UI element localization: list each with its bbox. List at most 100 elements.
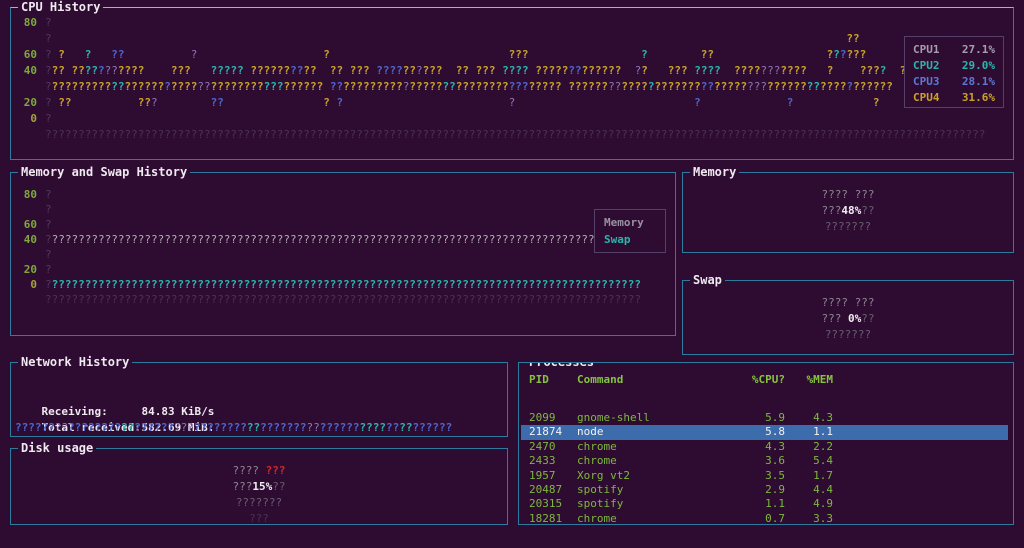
axis-label: 80 bbox=[15, 15, 37, 31]
process-pid: 21874 bbox=[529, 425, 577, 439]
network-history-title: Network History bbox=[18, 355, 132, 369]
process-command: chrome bbox=[577, 512, 737, 525]
process-mem: 4.3 bbox=[785, 411, 833, 425]
memory-swap-legend: MemorySwap bbox=[594, 209, 666, 253]
cpu-legend-row: CPU3 28.1% bbox=[913, 74, 995, 90]
memswap-legend-item: Swap bbox=[604, 231, 665, 248]
header-mem[interactable]: %MEM bbox=[785, 373, 833, 387]
panel-swap-gauge: Swap ???? ?????? 0%????????? bbox=[682, 280, 1014, 355]
cpu-legend-row: CPU1 27.1% bbox=[913, 42, 995, 58]
process-command: Xorg vt2 bbox=[577, 469, 737, 483]
process-row[interactable]: 18281chrome0.73.3 bbox=[521, 512, 1008, 525]
donut-row: ??????? bbox=[11, 495, 507, 511]
chart-row: 40??????????????????????????????????????… bbox=[15, 232, 595, 248]
process-command: gnome-shell bbox=[577, 411, 737, 425]
process-row[interactable]: 2099gnome-shell5.94.3 bbox=[521, 411, 1008, 425]
chart-row: 20? bbox=[15, 262, 52, 278]
process-pid: 2433 bbox=[529, 454, 577, 468]
panel-disk-usage: Disk usage ???? ??????15%???????????? bbox=[10, 448, 508, 525]
axis-label: 20 bbox=[15, 95, 37, 111]
chart-row: ????????????????????????????????????????… bbox=[15, 79, 893, 95]
process-mem: 5.4 bbox=[785, 454, 833, 468]
donut-row: ???48%?? bbox=[683, 203, 1013, 219]
process-mem: 3.3 bbox=[785, 512, 833, 525]
process-pid: 20315 bbox=[529, 497, 577, 511]
process-cpu: 2.9 bbox=[737, 483, 785, 497]
memswap-legend-item: Memory bbox=[604, 214, 665, 231]
process-cpu: 0.7 bbox=[737, 512, 785, 525]
axis-label: 40 bbox=[15, 63, 37, 79]
process-cpu: 4.3 bbox=[737, 440, 785, 454]
process-row[interactable]: 20315spotify1.14.9 bbox=[521, 497, 1008, 511]
processes-title: Processes bbox=[526, 362, 597, 369]
process-cpu: 3.5 bbox=[737, 469, 785, 483]
process-cpu: 1.1 bbox=[737, 497, 785, 511]
process-command: chrome bbox=[577, 440, 737, 454]
axis-label: 0 bbox=[15, 277, 37, 293]
chart-row: 40??? ??????????? ??? ????? ?????????? ?… bbox=[15, 63, 913, 79]
donut-row: ???? ??? bbox=[683, 187, 1013, 203]
process-cpu: 3.6 bbox=[737, 454, 785, 468]
swap-gauge-title: Swap bbox=[690, 273, 725, 287]
chart-row: 0? bbox=[15, 111, 52, 127]
process-pid: 20487 bbox=[529, 483, 577, 497]
process-mem: 4.9 bbox=[785, 497, 833, 511]
process-cpu: 5.9 bbox=[737, 411, 785, 425]
process-row[interactable]: 2433chrome3.65.4 bbox=[521, 454, 1008, 468]
cpu-legend-value: 27.1% bbox=[962, 42, 995, 58]
cpu-legend-value: 31.6% bbox=[962, 90, 995, 106]
cpu-legend-row: CPU4 31.6% bbox=[913, 90, 995, 106]
cpu-history-title: CPU History bbox=[18, 0, 103, 14]
cpu-legend-value: 28.1% bbox=[962, 74, 995, 90]
chart-row: 20? ?? ??? ?? ? ? ? ? ? ? bbox=[15, 95, 880, 111]
chart-row: ? ?? bbox=[15, 31, 860, 47]
panel-network-history: Network History Receiving:84.83 KiB/s To… bbox=[10, 362, 508, 437]
disk-usage-title: Disk usage bbox=[18, 441, 96, 455]
donut-row: ??????? bbox=[683, 219, 1013, 235]
process-cpu: 5.8 bbox=[737, 425, 785, 439]
cpu-legend-name: CPU3 bbox=[913, 74, 940, 90]
process-pid: 2470 bbox=[529, 440, 577, 454]
cpu-legend: CPU1 27.1%CPU229.0%CPU3 28.1% CPU4 31.6% bbox=[904, 36, 1004, 108]
process-command: spotify bbox=[577, 483, 737, 497]
donut-row: ??????? bbox=[683, 327, 1013, 343]
process-table-body: 2099gnome-shell5.94.321874node5.81.12470… bbox=[521, 411, 1008, 525]
chart-row: 60? bbox=[15, 217, 52, 233]
axis-label: 60 bbox=[15, 217, 37, 233]
cpu-legend-row: CPU229.0% bbox=[913, 58, 995, 74]
swap-donut: ???? ?????? 0%????????? bbox=[683, 295, 1013, 343]
chart-row: ? bbox=[15, 202, 52, 218]
process-mem: 2.2 bbox=[785, 440, 833, 454]
cpu-legend-name: CPU1 bbox=[913, 42, 940, 58]
disk-donut: ???? ??????15%???????????? bbox=[11, 463, 507, 527]
chart-row: 60? ? ? ?? ? ? ??? ? ?? ?????? bbox=[15, 47, 866, 63]
chart-row: ????????????????????????????????????????… bbox=[15, 292, 641, 308]
memory-donut: ???? ??????48%????????? bbox=[683, 187, 1013, 235]
chart-row: 0???????????????????????????????????????… bbox=[15, 277, 641, 293]
panel-memory-gauge: Memory ???? ??????48%????????? bbox=[682, 172, 1014, 253]
cpu-legend-name: CPU4 bbox=[913, 90, 940, 106]
chart-row: ????????????????????????????????????????… bbox=[15, 420, 452, 436]
process-row[interactable]: 20487spotify2.94.4 bbox=[521, 483, 1008, 497]
process-row[interactable]: 1957Xorg vt23.51.7 bbox=[521, 469, 1008, 483]
panel-cpu-history: CPU History 80?? ??60? ? ? ?? ? ? bbox=[10, 7, 1014, 160]
process-command: chrome bbox=[577, 454, 737, 468]
process-mem: 1.7 bbox=[785, 469, 833, 483]
chart-row: ? bbox=[15, 247, 52, 263]
system-monitor-terminal: { "colors":{ "background":"#2e0c31","pan… bbox=[0, 0, 1024, 548]
donut-row: ??? bbox=[11, 511, 507, 527]
process-pid: 18281 bbox=[529, 512, 577, 525]
process-command: spotify bbox=[577, 497, 737, 511]
process-pid: 1957 bbox=[529, 469, 577, 483]
panel-memory-swap-history: Memory and Swap History 80??60?40???????… bbox=[10, 172, 676, 336]
axis-label: 20 bbox=[15, 262, 37, 278]
process-row-selected[interactable]: 21874node5.81.1 bbox=[521, 425, 1008, 439]
process-mem: 4.4 bbox=[785, 483, 833, 497]
header-pid[interactable]: PID bbox=[529, 373, 577, 387]
cpu-legend-name: CPU2 bbox=[913, 58, 940, 74]
header-command[interactable]: Command bbox=[577, 373, 737, 387]
header-cpu[interactable]: %CPU? bbox=[737, 373, 785, 387]
process-pid: 2099 bbox=[529, 411, 577, 425]
donut-row: ???? ??? bbox=[683, 295, 1013, 311]
process-row[interactable]: 2470chrome4.32.2 bbox=[521, 440, 1008, 454]
